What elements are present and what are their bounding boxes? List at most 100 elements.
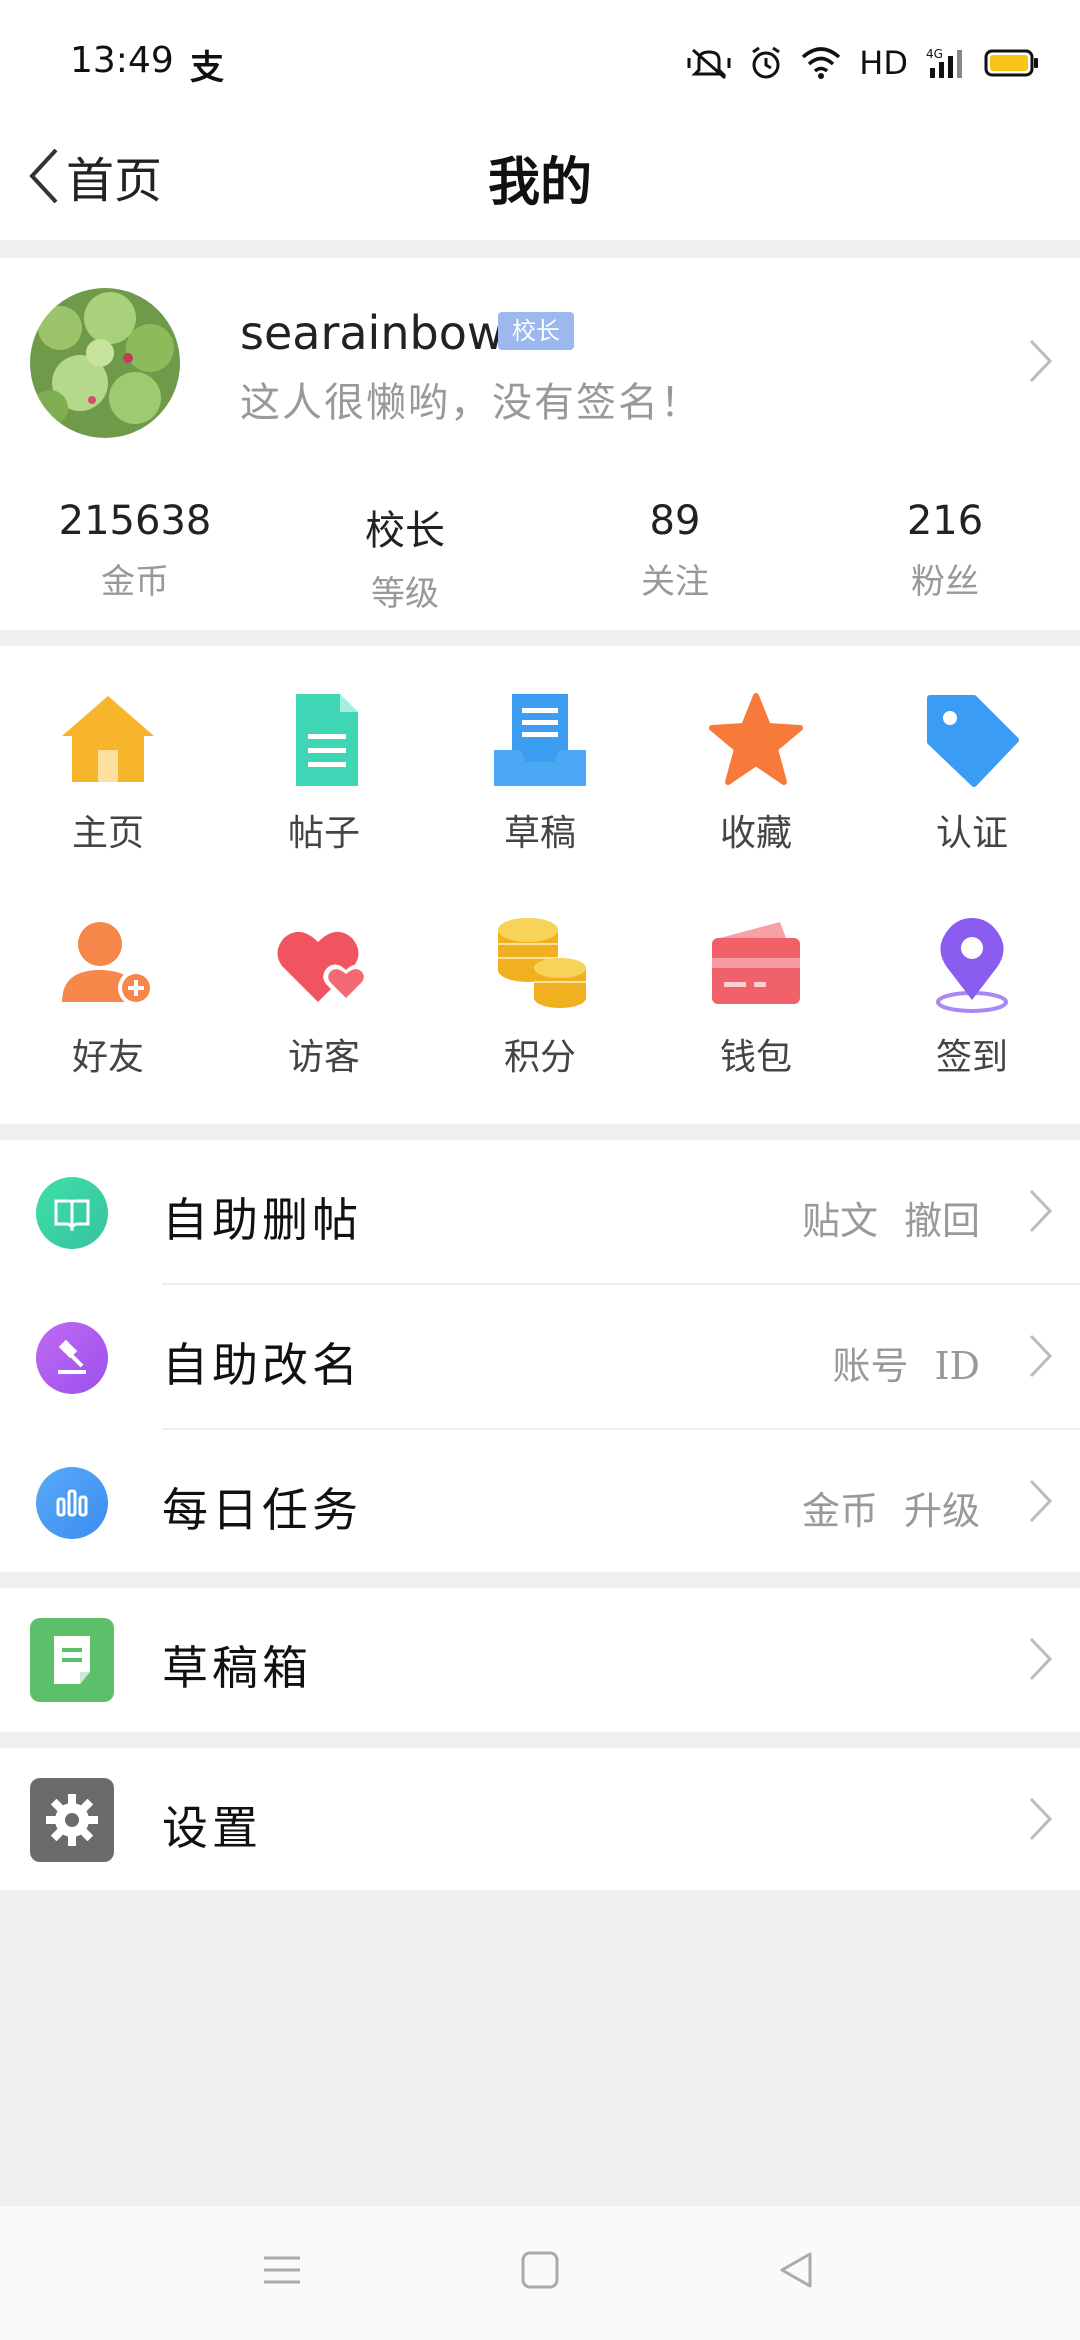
grid-item-label: 主页 (71, 813, 144, 854)
tag-icon (927, 695, 1019, 787)
gear-icon (30, 1778, 114, 1862)
row-label: 自助删帖 (162, 1193, 362, 1247)
list-item-rename[interactable]: 自助改名 账号 ID (0, 1285, 1080, 1431)
stat-value: 216 (906, 498, 984, 544)
grid-item-visitors[interactable]: 访客 (216, 870, 432, 1078)
grid-item-label: 收藏 (719, 813, 792, 854)
row-label: 每日任务 (162, 1483, 362, 1537)
grid-item-label: 访客 (287, 1037, 360, 1078)
chevron-right-icon (1029, 339, 1053, 383)
stat-level[interactable]: 校长 等级 (270, 498, 540, 615)
row-hint: 贴文 撤回 (802, 1190, 980, 1245)
stat-value: 校长 (365, 508, 445, 554)
username: searainbow (240, 306, 505, 360)
avatar-image (30, 288, 180, 438)
chevron-right-icon (1029, 1797, 1053, 1841)
document-icon (296, 694, 358, 786)
list-item-daily-tasks[interactable]: 每日任务 金币 升级 (0, 1430, 1080, 1576)
grid-item-label: 好友 (71, 1037, 144, 1078)
stat-label: 金币 (101, 562, 169, 602)
alarm-icon (752, 46, 781, 79)
stat-label: 等级 (371, 574, 439, 614)
bar-chart-icon (36, 1467, 108, 1539)
top-nav-bar: 首页 我的 (0, 110, 1080, 240)
signal-icon: 4G (926, 47, 962, 78)
system-navigation-bar (0, 2206, 1080, 2340)
row-label: 草稿箱 (162, 1641, 312, 1695)
battery-icon (984, 49, 1038, 77)
hearts-icon (277, 931, 369, 1004)
drafts-box-section: 草稿箱 (0, 1588, 1080, 1732)
row-label: 自助改名 (162, 1338, 362, 1392)
status-time: 13:49 (70, 40, 174, 81)
add-friend-icon (62, 922, 154, 1006)
page-title: 我的 (487, 152, 592, 213)
stat-coins[interactable]: 215638 金币 (0, 498, 270, 615)
self-service-list: 自助删帖 贴文 撤回 自助改名 账号 ID 每日任务 金币 升级 (0, 1140, 1080, 1572)
wifi-icon (802, 47, 841, 79)
grid-item-wallet[interactable]: 钱包 (648, 870, 864, 1078)
menu-icon[interactable] (262, 2250, 302, 2290)
back-triangle-icon[interactable] (776, 2250, 816, 2290)
note-icon (30, 1618, 114, 1702)
user-signature: 这人很懒哟，没有签名！ (240, 380, 702, 426)
grid-item-label: 草稿 (503, 813, 576, 854)
grid-item-label: 帖子 (287, 813, 360, 854)
stat-value: 89 (649, 498, 701, 544)
home-icon (62, 696, 154, 782)
row-hint-item: ID (934, 1344, 980, 1388)
avatar[interactable] (30, 288, 180, 438)
network-hd-label: HD (859, 44, 908, 82)
signal-4g-label: 4G (926, 47, 943, 61)
stat-value: 215638 (58, 498, 212, 544)
app-notification-icon: 支 (190, 48, 224, 88)
grid-item-points[interactable]: 积分 (432, 870, 648, 1078)
chevron-right-icon (1029, 1334, 1053, 1378)
row-hint-item: 撤回 (903, 1199, 980, 1243)
grid-item-label: 积分 (503, 1037, 576, 1078)
row-hint-item: 金币 (801, 1489, 878, 1533)
grid-item-checkin[interactable]: 签到 (864, 870, 1080, 1078)
grid-item-posts[interactable]: 帖子 (216, 646, 432, 854)
wallet-icon (712, 922, 800, 1004)
row-hint: 账号 ID (833, 1335, 981, 1390)
grid-item-favorites[interactable]: 收藏 (648, 646, 864, 854)
row-hint-item: 账号 (832, 1344, 909, 1388)
book-icon (36, 1177, 108, 1249)
list-item-settings[interactable]: 设置 (0, 1748, 1080, 1890)
chevron-right-icon (1029, 1637, 1053, 1681)
settings-section: 设置 (0, 1748, 1080, 1890)
draft-tray-icon (494, 694, 586, 786)
location-pin-icon (936, 918, 1008, 1013)
list-item-delete-post[interactable]: 自助删帖 贴文 撤回 (0, 1140, 1080, 1286)
rank-badge: 校长 (498, 312, 574, 350)
grid-item-label: 钱包 (719, 1037, 792, 1078)
chevron-right-icon (1029, 1189, 1053, 1233)
stat-label: 粉丝 (911, 562, 979, 602)
coins-icon (498, 918, 586, 1008)
star-icon (709, 693, 803, 785)
grid-item-label: 认证 (935, 813, 1008, 854)
status-icons: HD 4G (687, 44, 1040, 82)
stat-following[interactable]: 89 关注 (540, 498, 810, 615)
grid-item-verify[interactable]: 认证 (864, 646, 1080, 854)
stat-followers[interactable]: 216 粉丝 (810, 498, 1080, 615)
row-hint-item: 贴文 (801, 1199, 878, 1243)
grid-item-home[interactable]: 主页 (0, 646, 216, 854)
hammer-icon (36, 1322, 108, 1394)
grid-item-friends[interactable]: 好友 (0, 870, 216, 1078)
list-item-drafts-box[interactable]: 草稿箱 (0, 1588, 1080, 1732)
profile-stats: 215638 金币 校长 等级 89 关注 216 粉丝 (0, 498, 1080, 615)
row-label: 设置 (162, 1801, 262, 1855)
mute-icon (687, 48, 731, 80)
chevron-right-icon (1029, 1479, 1053, 1523)
home-square-icon[interactable] (520, 2250, 560, 2290)
row-hint-item: 升级 (903, 1489, 980, 1533)
profile-card[interactable]: searainbow 校长 这人很懒哟，没有签名！ 215638 金币 校长 等… (0, 258, 1080, 630)
stat-label: 关注 (641, 562, 709, 602)
status-bar: 13:49 支 HD 4G (0, 0, 1080, 110)
grid-item-label: 签到 (935, 1037, 1008, 1078)
grid-item-drafts[interactable]: 草稿 (432, 646, 648, 854)
row-hint: 金币 升级 (802, 1480, 980, 1535)
feature-grid: 主页 帖子 草稿 收藏 认证 好友 访客 积分 钱包 签到 (0, 646, 1080, 1124)
